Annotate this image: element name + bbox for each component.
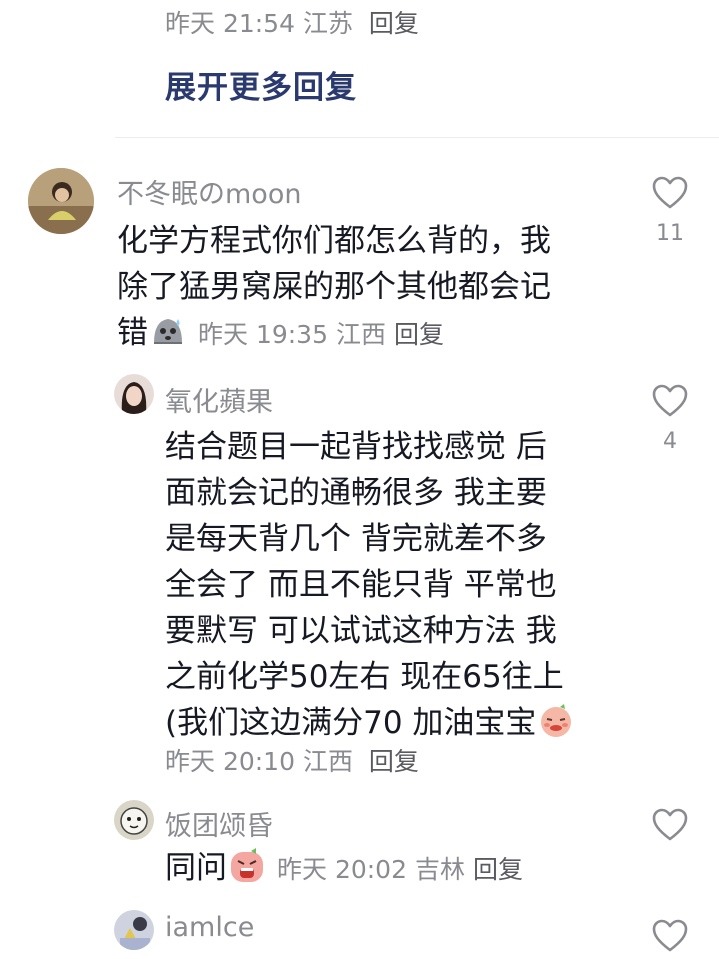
comment-text: 化学方程式你们都怎么背的，我 除了猛男窝屎的那个其他都会记 错 昨天 19:35 …: [117, 218, 551, 358]
comment-time: 昨天 20:10: [165, 747, 295, 776]
reply-button[interactable]: 回复: [369, 747, 419, 776]
comment-line: 错: [117, 315, 148, 351]
comment-location: 江西: [302, 747, 353, 776]
comment-meta: 昨天 20:10 江西 回复: [165, 742, 419, 778]
comment-text: 同问 昨天 20:02 吉林 回复: [165, 845, 523, 893]
heart-icon: [652, 384, 688, 417]
avatar[interactable]: [114, 800, 154, 840]
reply-meta: 昨天 21:54 江苏 回复: [165, 4, 419, 40]
comment-username[interactable]: 饭团颂昏: [165, 804, 273, 843]
like-count: 4: [663, 429, 677, 454]
reply-location: 江苏: [302, 9, 353, 38]
comment-time: 昨天 20:02: [277, 855, 407, 884]
like-button[interactable]: 4: [640, 384, 700, 454]
comment-line: 之前化学50左右 现在65往上: [165, 659, 564, 695]
reply-button[interactable]: 回复: [369, 9, 419, 38]
comment-location: 江西: [335, 320, 386, 349]
heart-icon: [652, 919, 688, 952]
blush-emoji: [541, 704, 572, 737]
sweat-blob-emoji: [154, 319, 182, 344]
avatar[interactable]: [28, 168, 94, 234]
comment-meta: 昨天 20:02 吉林 回复: [277, 855, 523, 884]
comment-username[interactable]: 不冬眠のmoon: [117, 172, 301, 211]
comment-time: 昨天 19:35: [198, 320, 328, 349]
reply-time: 昨天 21:54: [165, 9, 295, 38]
comment-line: 面就会记的通畅很多 我主要: [165, 475, 547, 511]
comment-line-last: 错 昨天 19:35 江西 回复: [117, 310, 551, 358]
comment-line-last: (我们这边满分70 加油宝宝: [165, 700, 574, 746]
divider: [115, 137, 719, 138]
comment-username[interactable]: iamlce: [165, 912, 254, 943]
like-button[interactable]: 11: [640, 176, 700, 246]
expand-more-replies-link[interactable]: 展开更多回复: [165, 62, 357, 107]
comment-line: 除了猛男窝屎的那个其他都会记: [117, 269, 551, 305]
crying-emoji: [231, 848, 263, 882]
like-count: 11: [656, 221, 684, 246]
comment-line: (我们这边满分70 加油宝宝: [165, 705, 537, 741]
comment-line: 全会了 而且不能只背 平常也: [165, 567, 557, 603]
comment-text: 结合题目一起背找找感觉 后 面就会记的通畅很多 我主要 是每天背几个 背完就差不…: [165, 424, 574, 746]
reply-button[interactable]: 回复: [394, 320, 444, 349]
comment-line: 是每天背几个 背完就差不多: [165, 521, 547, 557]
comment-location: 吉林: [414, 855, 465, 884]
comment-line: 化学方程式你们都怎么背的，我: [117, 223, 551, 259]
like-button[interactable]: [640, 919, 700, 952]
like-button[interactable]: [640, 808, 700, 841]
heart-icon: [652, 176, 688, 209]
comment-line: 同问: [165, 850, 227, 886]
comment-meta: 昨天 19:35 江西 回复: [198, 320, 444, 349]
comment-line: 要默写 可以试试这种方法 我: [165, 613, 557, 649]
reply-button[interactable]: 回复: [473, 855, 523, 884]
heart-icon: [652, 808, 688, 841]
avatar[interactable]: [114, 910, 154, 950]
comment-username[interactable]: 氧化蘋果: [165, 380, 273, 419]
avatar[interactable]: [114, 374, 154, 414]
comment-line: 结合题目一起背找找感觉 后: [165, 429, 547, 465]
